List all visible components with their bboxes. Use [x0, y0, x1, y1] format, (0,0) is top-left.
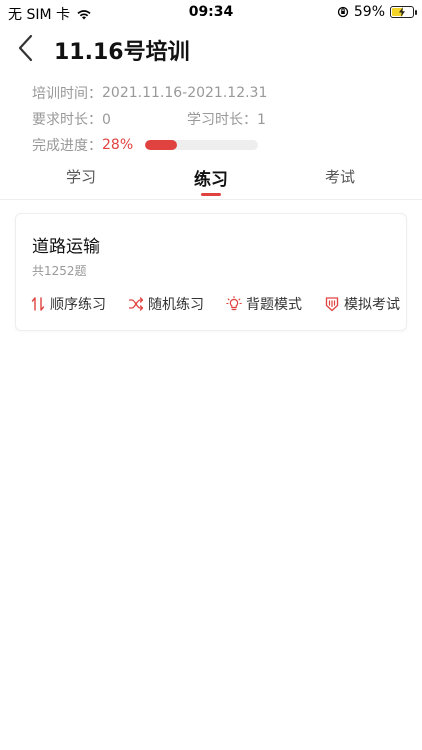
orientation-lock-icon: [337, 6, 349, 18]
active-tab-indicator: [201, 193, 221, 196]
training-info: 培训时间： 2021.11.16-2021.12.31 要求时长：0 学习时长：…: [32, 80, 402, 158]
random-practice-label: 随机练习: [148, 297, 204, 313]
study-label: 学习时长：: [187, 112, 257, 128]
study-duration: 学习时长：1: [187, 109, 266, 129]
duration-row: 要求时长：0 学习时长：1: [32, 106, 402, 132]
tab-study[interactable]: 学习: [31, 166, 131, 187]
progress-row: 完成进度： 28%: [32, 132, 402, 158]
required-value: 0: [102, 112, 111, 128]
sequence-icon: [31, 297, 45, 311]
memorize-mode-button[interactable]: 背题模式: [226, 294, 302, 314]
memorize-mode-label: 背题模式: [246, 297, 302, 313]
training-time-value: 2021.11.16-2021.12.31: [102, 85, 268, 101]
status-bar: 无 SIM 卡 09:34 59%: [0, 0, 422, 24]
sequence-practice-label: 顺序练习: [50, 297, 106, 313]
training-time-row: 培训时间： 2021.11.16-2021.12.31: [32, 80, 402, 106]
progress-bar-fill: [145, 140, 177, 150]
required-label: 要求时长：: [32, 112, 102, 128]
charging-bolt-icon: [399, 6, 405, 17]
random-practice-button[interactable]: 随机练习: [128, 294, 204, 314]
mock-exam-button[interactable]: 模拟考试: [324, 294, 400, 314]
progress-value: 28%: [102, 137, 134, 153]
sequence-practice-button[interactable]: 顺序练习: [30, 294, 106, 314]
bulb-icon: [226, 296, 242, 311]
progress-bar: [145, 140, 259, 150]
back-chevron-icon[interactable]: [14, 32, 38, 64]
question-count: 共1252题: [32, 264, 87, 278]
shield-icon: [325, 297, 339, 312]
battery-percent: 59%: [353, 4, 385, 20]
page-title: 11.16号培训: [54, 40, 190, 65]
study-value: 1: [257, 112, 266, 128]
tab-exam[interactable]: 考试: [290, 166, 390, 187]
nav-bar: 11.16号培训: [0, 30, 422, 66]
subject-card: 道路运输 共1252题 顺序练习 随机练习 背题模式 模拟考试: [15, 213, 407, 331]
tab-practice[interactable]: 练习: [161, 165, 261, 190]
progress-label: 完成进度：: [32, 138, 102, 154]
shuffle-icon: [128, 297, 144, 311]
mock-exam-label: 模拟考试: [344, 297, 400, 313]
required-duration: 要求时长：0: [32, 109, 187, 129]
practice-actions: 顺序练习 随机练习 背题模式 模拟考试: [30, 294, 400, 314]
status-right: 59%: [337, 4, 417, 20]
battery-icon: [390, 6, 417, 18]
training-time-label: 培训时间：: [32, 86, 102, 102]
subject-title: 道路运输: [32, 237, 100, 257]
